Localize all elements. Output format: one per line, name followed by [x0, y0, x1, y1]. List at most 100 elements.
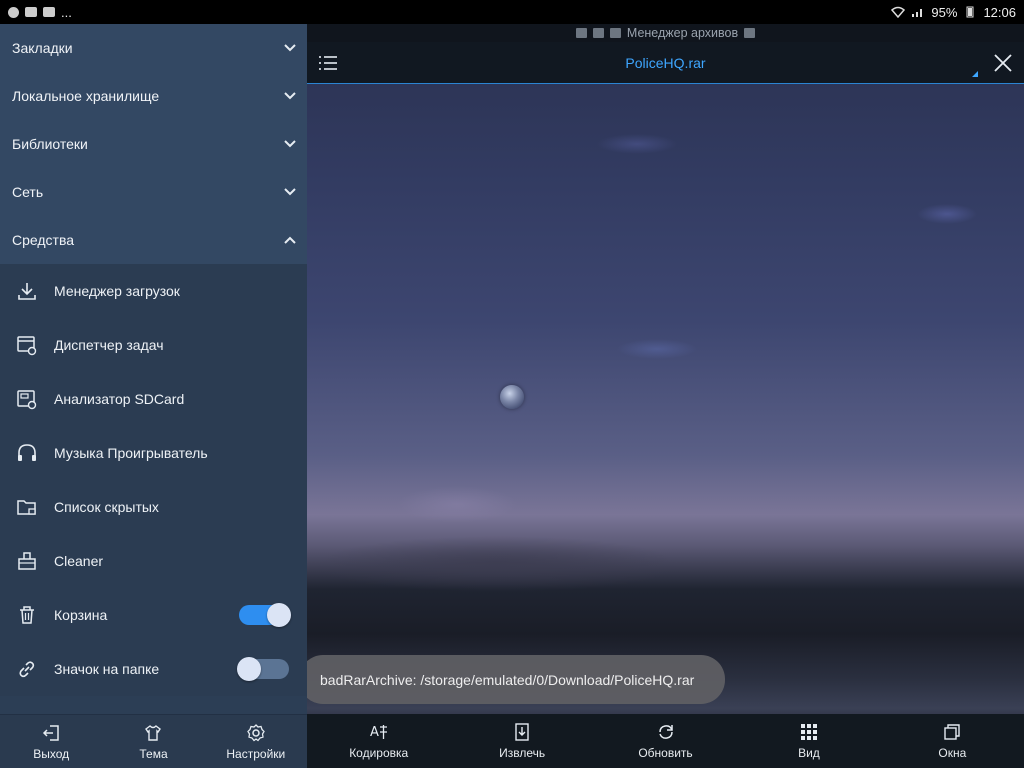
chevron-down-icon: [284, 188, 296, 196]
windows-icon: [944, 724, 961, 740]
archive-view: Менеджер архивов PoliceHQ.rar badRarArch…: [307, 24, 1024, 768]
section-label: Локальное хранилище: [12, 88, 160, 104]
tool-cleaner[interactable]: Cleaner: [0, 534, 307, 588]
home-icon: [575, 28, 587, 38]
battery-icon: [966, 6, 974, 18]
list-menu-icon[interactable]: [317, 52, 339, 74]
error-toast: badRarArchive: /storage/emulated/0/Downl…: [307, 655, 725, 704]
section-label: Библиотеки: [12, 136, 88, 152]
tool-label: Значок на папке: [54, 661, 160, 677]
tool-label: Список скрытых: [54, 499, 159, 515]
lock-icon: [744, 28, 756, 38]
wallpaper-hill: [307, 534, 1024, 614]
toast-message: badRarArchive: /storage/emulated/0/Downl…: [320, 671, 695, 688]
tool-folder-badge[interactable]: Значок на папке: [0, 642, 307, 696]
loading-spinner: [500, 385, 524, 409]
chat-icon: [8, 6, 19, 18]
download-icon: [18, 283, 36, 300]
headphones-icon: [18, 444, 36, 461]
tool-hidden-list[interactable]: Список скрытых: [0, 480, 307, 534]
section-tools[interactable]: Средства: [0, 216, 307, 264]
windows-label: Окна: [938, 746, 967, 760]
exit-label: Выход: [33, 746, 70, 761]
breadcrumb: Менеджер архивов: [307, 24, 1024, 42]
tool-label: Менеджер загрузок: [54, 283, 180, 299]
section-label: Закладки: [12, 40, 73, 56]
archive-toolbar: PoliceHQ.rar: [307, 42, 1024, 84]
clock: 12:06: [983, 4, 1016, 20]
signal-icon: [912, 9, 923, 17]
toggle-knob: [237, 657, 261, 681]
theme-button[interactable]: Тема: [102, 715, 204, 768]
storage-icon: [592, 28, 604, 38]
tool-label: Анализатор SDCard: [54, 391, 185, 407]
chevron-down-icon: [284, 44, 296, 52]
hidden-folder-icon: [17, 500, 36, 515]
notification-icons: ...: [8, 5, 72, 20]
toggle-knob: [267, 603, 291, 627]
exit-icon: [43, 724, 59, 741]
drawer-bottom-bar: Выход Тема Настройки: [0, 714, 307, 768]
close-icon[interactable]: [992, 52, 1014, 74]
tools-list: Менеджер загрузок Диспетчер задач Анализ…: [0, 264, 307, 696]
task-manager-icon: [17, 336, 37, 356]
section-local-storage[interactable]: Локальное хранилище: [0, 72, 307, 120]
wifi-icon: [891, 6, 906, 18]
tool-sdcard-analyzer[interactable]: Анализатор SDCard: [0, 372, 307, 426]
link-icon: [19, 661, 35, 678]
archive-bottom-bar: A Кодировка Извлечь Обновить Вид Окна: [307, 714, 1024, 768]
tool-recycle-bin[interactable]: Корзина: [0, 588, 307, 642]
dropdown-corner-icon[interactable]: [972, 71, 978, 77]
encoding-button[interactable]: A Кодировка: [307, 714, 450, 768]
theme-label: Тема: [139, 746, 168, 761]
tool-task-manager[interactable]: Диспетчер задач: [0, 318, 307, 372]
tool-label: Корзина: [54, 607, 108, 623]
grid-view-icon: [800, 724, 817, 740]
archive-icon: [609, 28, 621, 38]
gear-icon: [246, 723, 265, 741]
archive-title: PoliceHQ.rar: [625, 54, 706, 71]
chevron-down-icon: [284, 140, 296, 148]
sd-analyzer-icon: [17, 390, 37, 410]
windows-button[interactable]: Окна: [881, 714, 1024, 768]
view-button[interactable]: Вид: [737, 714, 880, 768]
view-label: Вид: [798, 746, 820, 760]
section-bookmarks[interactable]: Закладки: [0, 24, 307, 72]
section-label: Средства: [12, 232, 75, 248]
encoding-icon: A: [370, 725, 387, 740]
battery-level: 95%: [931, 4, 958, 20]
tool-label: Музыка Проигрыватель: [54, 445, 208, 461]
chevron-up-icon: [284, 236, 296, 244]
settings-label: Настройки: [226, 746, 286, 761]
youtube-icon: [25, 7, 37, 17]
section-libraries[interactable]: Библиотеки: [0, 120, 307, 168]
cleaner-icon: [18, 552, 36, 570]
system-status: 95% 12:06: [891, 5, 1016, 20]
refresh-label: Обновить: [638, 746, 693, 760]
navigation-drawer: Закладки Локальное хранилище Библиотеки …: [0, 24, 307, 768]
notification-overflow: ...: [61, 4, 72, 20]
settings-button[interactable]: Настройки: [205, 715, 307, 768]
tool-label: Cleaner: [54, 553, 104, 569]
chevron-down-icon: [284, 92, 296, 100]
tool-download-manager[interactable]: Менеджер загрузок: [0, 264, 307, 318]
folder-badge-toggle[interactable]: [237, 657, 289, 681]
youtube-icon: [43, 7, 55, 17]
status-bar: ... 95% 12:06: [0, 0, 1024, 24]
trash-icon: [20, 606, 34, 624]
section-network[interactable]: Сеть: [0, 168, 307, 216]
encoding-label: Кодировка: [349, 746, 409, 760]
refresh-button[interactable]: Обновить: [594, 714, 737, 768]
tool-label: Диспетчер задач: [54, 337, 164, 353]
extract-icon: [515, 723, 529, 741]
refresh-icon: [658, 725, 673, 739]
extract-button[interactable]: Извлечь: [450, 714, 593, 768]
breadcrumb-label[interactable]: Менеджер архивов: [627, 26, 738, 40]
extract-label: Извлечь: [499, 746, 546, 760]
recycle-bin-toggle[interactable]: [239, 603, 291, 627]
tool-music-player[interactable]: Музыка Проигрыватель: [0, 426, 307, 480]
svg-text:A: A: [370, 725, 379, 740]
exit-button[interactable]: Выход: [0, 715, 102, 768]
shirt-icon: [145, 724, 162, 741]
section-label: Сеть: [12, 184, 44, 200]
